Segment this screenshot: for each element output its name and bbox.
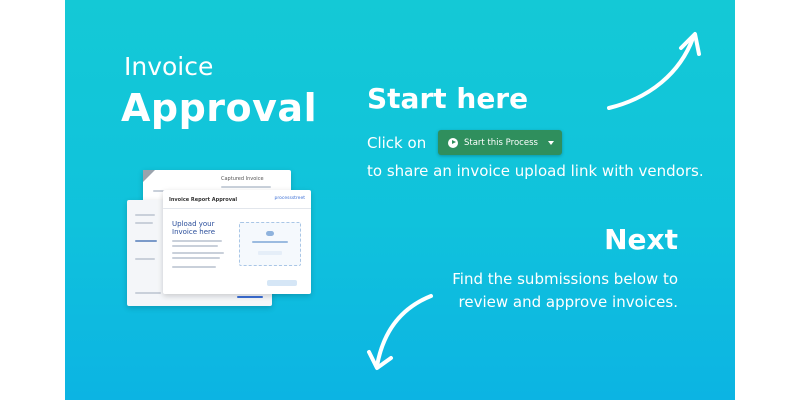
page-title-line2: Approval — [121, 86, 318, 130]
preview-line — [252, 241, 288, 243]
click-on-text: Click on — [367, 134, 427, 152]
arrow-up-right-icon — [607, 32, 701, 110]
preview-main-title: Invoice Report Approval — [169, 197, 238, 203]
preview-line — [172, 266, 216, 268]
preview-line — [135, 214, 155, 216]
preview-upload-title: Upload your Invoice here — [172, 220, 216, 236]
preview-line — [172, 252, 224, 254]
preview-submit-button — [267, 280, 297, 286]
preview-line — [172, 257, 220, 259]
preview-back-title: Captured Invoice — [221, 176, 264, 182]
preview-line — [172, 240, 222, 242]
preview-line — [135, 258, 155, 260]
page-title-line1: Invoice — [124, 52, 214, 81]
share-description: to share an invoice upload link with ven… — [367, 162, 704, 180]
preview-line — [135, 222, 153, 224]
preview-divider — [163, 208, 311, 209]
hero-banner: Invoice Approval Captured Invoice Invoic… — [65, 0, 735, 400]
start-process-button[interactable]: Start this Process — [438, 130, 562, 155]
preview-line — [258, 251, 282, 255]
preview-line — [221, 186, 271, 188]
preview-line — [172, 245, 218, 247]
page-fold-icon — [143, 170, 155, 182]
caret-down-icon[interactable] — [548, 141, 554, 145]
arrow-down-left-icon — [367, 294, 433, 370]
preview-line — [135, 240, 157, 242]
start-here-heading: Start here — [367, 82, 529, 115]
next-description-line1: Find the submissions below to — [452, 270, 678, 288]
preview-logo: processstreet — [274, 196, 305, 201]
cloud-upload-icon — [266, 231, 274, 236]
next-heading: Next — [604, 223, 678, 256]
preview-line — [135, 292, 161, 294]
preview-line — [237, 296, 263, 298]
preview-dropzone — [239, 222, 301, 266]
start-process-button-label: Start this Process — [464, 137, 538, 148]
play-icon — [448, 137, 458, 148]
preview-invoice-approval-card: Invoice Report Approval processstreet Up… — [163, 190, 311, 294]
